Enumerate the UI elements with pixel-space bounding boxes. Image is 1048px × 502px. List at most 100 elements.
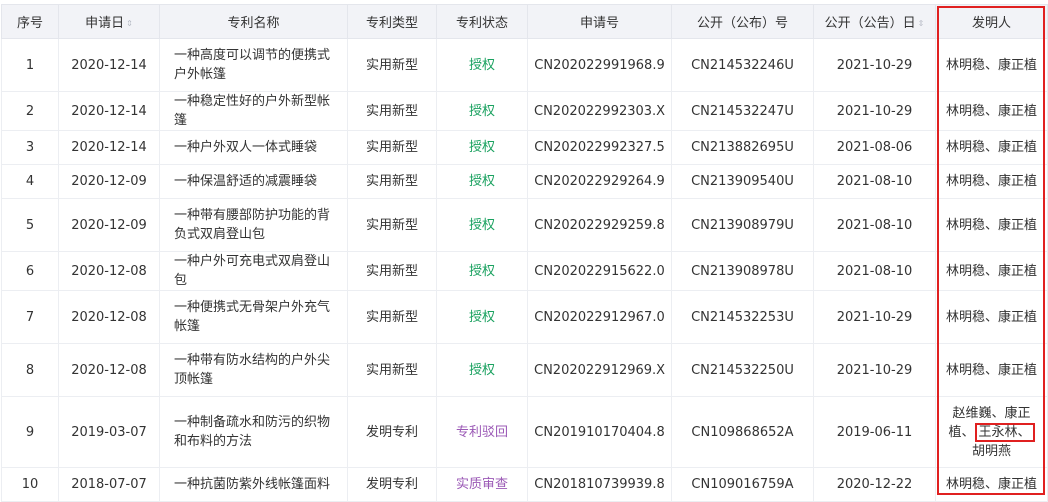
cell-pubdate: 2021-10-29 [813, 91, 936, 131]
cell-type: 发明专利 [347, 396, 437, 468]
cell-pub: CN213908978U [671, 251, 814, 291]
cell-name[interactable]: 一种稳定性好的户外新型帐篷 [159, 91, 348, 131]
cell-pubdate: 2019-06-11 [813, 396, 936, 468]
cell-status: 实质审查 [436, 467, 528, 502]
cell-status: 授权 [436, 164, 528, 199]
cell-date: 2020-12-14 [58, 91, 160, 131]
cell-status: 专利驳回 [436, 396, 528, 468]
cell-type: 实用新型 [347, 251, 437, 291]
cell-pubdate: 2021-08-10 [813, 164, 936, 199]
cell-name[interactable]: 一种便携式无骨架户外充气帐篷 [159, 290, 348, 344]
cell-pub: CN213908979U [671, 198, 814, 252]
sort-icon[interactable]: ⇕ [918, 19, 925, 28]
cell-name[interactable]: 一种抗菌防紫外线帐篷面料 [159, 467, 348, 502]
cell-name[interactable]: 一种户外双人一体式睡袋 [159, 130, 348, 165]
cell-pub: CN109868652A [671, 396, 814, 468]
header-patent-name: 专利名称 [159, 4, 348, 39]
cell-no: 2 [1, 91, 59, 131]
cell-status: 授权 [436, 38, 528, 92]
cell-no: 1 [1, 38, 59, 92]
header-apply-date[interactable]: 申请日 ⇕ [58, 4, 160, 39]
table-header: 序号 申请日 ⇕ 专利名称 专利类型 专利状态 申请号 公开（公布）号 公开（公告… [1, 4, 1048, 39]
cell-no: 8 [1, 343, 59, 397]
header-no: 序号 [1, 4, 59, 39]
cell-inventor: 林明稳、康正植 [935, 290, 1048, 344]
cell-app: CN202022912967.0 [527, 290, 672, 344]
cell-type: 实用新型 [347, 164, 437, 199]
cell-no: 5 [1, 198, 59, 252]
cell-type: 实用新型 [347, 91, 437, 131]
cell-pub: CN213909540U [671, 164, 814, 199]
cell-status: 授权 [436, 91, 528, 131]
cell-date: 2020-12-14 [58, 38, 160, 92]
patent-table: 序号 申请日 ⇕ 专利名称 专利类型 专利状态 申请号 公开（公布）号 公开（公告… [1, 4, 1048, 502]
header-pub-number: 公开（公布）号 [671, 4, 814, 39]
cell-pub: CN214532253U [671, 290, 814, 344]
cell-date: 2020-12-14 [58, 130, 160, 165]
cell-pubdate: 2021-08-10 [813, 198, 936, 252]
cell-status: 授权 [436, 343, 528, 397]
cell-pub: CN214532247U [671, 91, 814, 131]
cell-status: 授权 [436, 290, 528, 344]
table-row: 10 2018-07-07 一种抗菌防紫外线帐篷面料 发明专利 实质审查 CN2… [1, 467, 1048, 502]
cell-name[interactable]: 一种保温舒适的减震睡袋 [159, 164, 348, 199]
cell-date: 2020-12-09 [58, 164, 160, 199]
cell-inventor: 林明稳、康正植 [935, 130, 1048, 165]
cell-inventor: 林明稳、康正植 [935, 198, 1048, 252]
table-row: 9 2019-03-07 一种制备疏水和防污的织物和布料的方法 发明专利 专利驳… [1, 396, 1048, 468]
cell-type: 实用新型 [347, 198, 437, 252]
header-pub-date[interactable]: 公开（公告）日 ⇕ [813, 4, 936, 39]
cell-no: 4 [1, 164, 59, 199]
cell-date: 2018-07-07 [58, 467, 160, 502]
cell-name[interactable]: 一种制备疏水和防污的织物和布料的方法 [159, 396, 348, 468]
cell-pubdate: 2020-12-22 [813, 467, 936, 502]
cell-app: CN202022991968.9 [527, 38, 672, 92]
header-app-number: 申请号 [527, 4, 672, 39]
header-inventor: 发明人 [935, 4, 1048, 39]
cell-no: 10 [1, 467, 59, 502]
cell-pubdate: 2021-08-06 [813, 130, 936, 165]
table-row: 3 2020-12-14 一种户外双人一体式睡袋 实用新型 授权 CN20202… [1, 130, 1048, 165]
header-patent-status: 专利状态 [436, 4, 528, 39]
cell-pubdate: 2021-08-10 [813, 251, 936, 291]
cell-app: CN202022929259.8 [527, 198, 672, 252]
cell-app: CN201810739939.8 [527, 467, 672, 502]
cell-pub: CN213882695U [671, 130, 814, 165]
cell-inventor: 赵维巍、康正植、 王永林、 胡明燕 [935, 396, 1048, 468]
cell-type: 实用新型 [347, 343, 437, 397]
cell-type: 实用新型 [347, 38, 437, 92]
table-row: 2 2020-12-14 一种稳定性好的户外新型帐篷 实用新型 授权 CN202… [1, 91, 1048, 131]
cell-pubdate: 2021-10-29 [813, 38, 936, 92]
cell-no: 9 [1, 396, 59, 468]
cell-pubdate: 2021-10-29 [813, 343, 936, 397]
header-patent-type: 专利类型 [347, 4, 437, 39]
cell-no: 6 [1, 251, 59, 291]
cell-inventor: 林明稳、康正植 [935, 251, 1048, 291]
table-row: 7 2020-12-08 一种便携式无骨架户外充气帐篷 实用新型 授权 CN20… [1, 290, 1048, 344]
sort-icon[interactable]: ⇕ [126, 19, 133, 28]
cell-status: 授权 [436, 198, 528, 252]
cell-name[interactable]: 一种带有腰部防护功能的背负式双肩登山包 [159, 198, 348, 252]
cell-inventor: 林明稳、康正植 [935, 91, 1048, 131]
cell-name[interactable]: 一种户外可充电式双肩登山包 [159, 251, 348, 291]
cell-name[interactable]: 一种带有防水结构的户外尖顶帐篷 [159, 343, 348, 397]
highlighted-inventor: 王永林、 [974, 422, 1035, 442]
cell-type: 实用新型 [347, 290, 437, 344]
cell-app: CN202022929264.9 [527, 164, 672, 199]
cell-inventor: 林明稳、康正植 [935, 38, 1048, 92]
cell-date: 2020-12-08 [58, 290, 160, 344]
cell-pubdate: 2021-10-29 [813, 290, 936, 344]
cell-app: CN201910170404.8 [527, 396, 672, 468]
cell-no: 3 [1, 130, 59, 165]
cell-inventor: 林明稳、康正植 [935, 467, 1048, 502]
cell-name[interactable]: 一种高度可以调节的便携式户外帐篷 [159, 38, 348, 92]
cell-app: CN202022992303.X [527, 91, 672, 131]
cell-pub: CN214532250U [671, 343, 814, 397]
cell-app: CN202022992327.5 [527, 130, 672, 165]
table-row: 8 2020-12-08 一种带有防水结构的户外尖顶帐篷 实用新型 授权 CN2… [1, 343, 1048, 397]
cell-app: CN202022912969.X [527, 343, 672, 397]
cell-date: 2020-12-09 [58, 198, 160, 252]
cell-status: 授权 [436, 130, 528, 165]
cell-inventor: 林明稳、康正植 [935, 343, 1048, 397]
table-row: 4 2020-12-09 一种保温舒适的减震睡袋 实用新型 授权 CN20202… [1, 164, 1048, 199]
